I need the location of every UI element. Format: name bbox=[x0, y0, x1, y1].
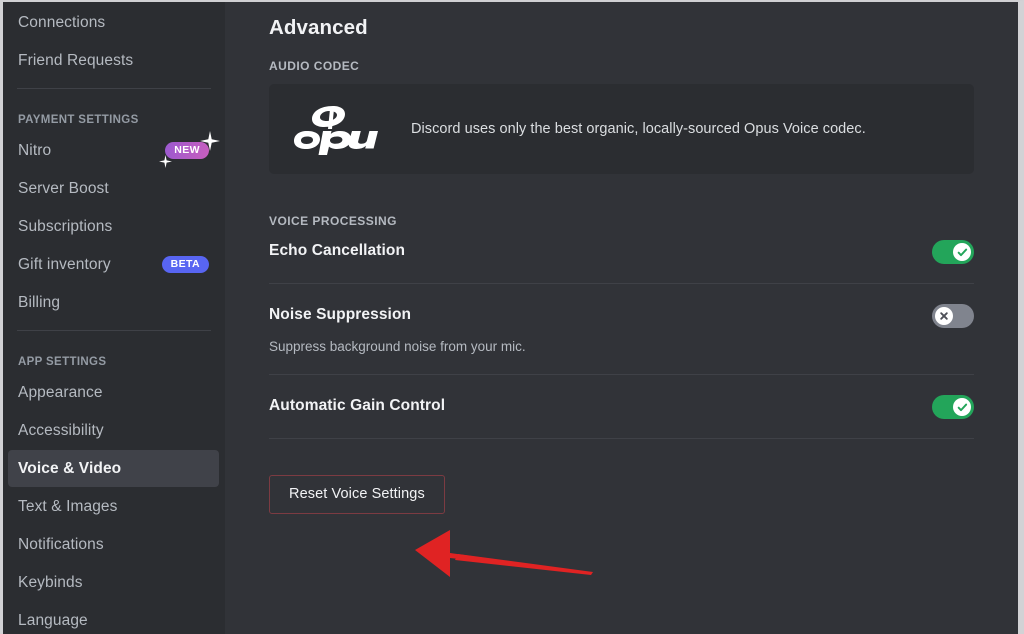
toggle-echo-cancellation[interactable] bbox=[932, 240, 974, 264]
sidebar-item-notifications[interactable]: Notifications bbox=[8, 526, 219, 563]
opus-logo-icon bbox=[291, 103, 383, 155]
sidebar-item-accessibility[interactable]: Accessibility bbox=[8, 412, 219, 449]
sidebar-group-payment: PAYMENT SETTINGS Nitro NEW Server Boost … bbox=[3, 98, 225, 321]
setting-text-block: Automatic Gain Control bbox=[269, 396, 465, 416]
settings-content-panel: Advanced AUDIO CODEC Discord uses only t… bbox=[225, 2, 1018, 634]
toggle-automatic-gain-control[interactable] bbox=[932, 395, 974, 419]
sidebar-item-voice-and-video[interactable]: Voice & Video bbox=[8, 450, 219, 487]
sidebar-item-label: Nitro bbox=[18, 141, 52, 159]
nitro-badge-wrap: NEW bbox=[159, 130, 220, 169]
sidebar-item-keybinds[interactable]: Keybinds bbox=[8, 564, 219, 601]
sidebar-item-subscriptions[interactable]: Subscriptions bbox=[8, 208, 219, 245]
sidebar-item-label: Server Boost bbox=[18, 179, 109, 197]
sidebar-item-label: Connections bbox=[18, 13, 106, 31]
sidebar-group-header-payment: PAYMENT SETTINGS bbox=[18, 114, 139, 126]
sidebar-divider bbox=[17, 88, 211, 89]
sidebar-item-friend-requests[interactable]: Friend Requests bbox=[8, 42, 219, 79]
toggle-knob bbox=[935, 307, 953, 325]
row-divider bbox=[269, 438, 974, 439]
reset-area: Reset Voice Settings bbox=[269, 475, 974, 514]
sidebar-item-nitro[interactable]: Nitro NEW bbox=[8, 130, 220, 169]
close-icon bbox=[940, 312, 948, 320]
voice-processing-section: VOICE PROCESSING Echo Cancellation Noise… bbox=[269, 214, 974, 439]
sidebar-item-label: Voice & Video bbox=[18, 459, 122, 477]
sidebar-item-label: Text & Images bbox=[18, 497, 118, 515]
setting-text-block: Noise Suppression Suppress background no… bbox=[269, 305, 546, 355]
setting-row-noise-suppression: Noise Suppression Suppress background no… bbox=[269, 303, 974, 355]
check-icon bbox=[957, 403, 967, 411]
reset-voice-settings-button[interactable]: Reset Voice Settings bbox=[269, 475, 445, 514]
sidebar-item-label: Notifications bbox=[18, 535, 104, 553]
check-icon bbox=[957, 248, 967, 256]
sidebar-item-connections[interactable]: Connections bbox=[8, 4, 219, 41]
sidebar-item-language[interactable]: Language bbox=[8, 602, 219, 634]
sidebar-item-server-boost[interactable]: Server Boost bbox=[8, 170, 219, 207]
sidebar-item-gift-inventory[interactable]: Gift inventory BETA bbox=[8, 246, 219, 283]
sidebar-item-text-and-images[interactable]: Text & Images bbox=[8, 488, 219, 525]
setting-title: Echo Cancellation bbox=[269, 242, 406, 259]
settings-sidebar[interactable]: Connections Friend Requests PAYMENT SETT… bbox=[3, 2, 225, 634]
toggle-knob bbox=[953, 243, 971, 261]
section-header-voice-processing: VOICE PROCESSING bbox=[269, 214, 397, 228]
sidebar-group-account: Connections Friend Requests bbox=[3, 2, 225, 79]
setting-text-block: Echo Cancellation bbox=[269, 241, 425, 261]
sidebar-item-appearance[interactable]: Appearance bbox=[8, 374, 219, 411]
setting-row-echo-cancellation: Echo Cancellation bbox=[269, 239, 974, 264]
sidebar-item-billing[interactable]: Billing bbox=[8, 284, 219, 321]
toggle-noise-suppression[interactable] bbox=[932, 304, 974, 328]
discord-settings-window: Connections Friend Requests PAYMENT SETT… bbox=[0, 0, 1024, 634]
sidebar-group-header-app: APP SETTINGS bbox=[18, 356, 107, 368]
sidebar-item-label: Keybinds bbox=[18, 573, 83, 591]
sidebar-item-label: Friend Requests bbox=[18, 51, 134, 69]
setting-title: Automatic Gain Control bbox=[269, 397, 446, 414]
setting-title: Noise Suppression bbox=[269, 306, 412, 323]
audio-codec-description: Discord uses only the best organic, loca… bbox=[411, 121, 866, 137]
sidebar-item-label: Billing bbox=[18, 293, 61, 311]
sidebar-item-label: Accessibility bbox=[18, 421, 104, 439]
badge-beta: BETA bbox=[161, 255, 209, 274]
sidebar-item-label: Gift inventory bbox=[18, 255, 111, 273]
row-divider bbox=[269, 283, 974, 284]
page-title: Advanced bbox=[269, 16, 368, 39]
section-header-audio-codec: AUDIO CODEC bbox=[269, 59, 360, 73]
sidebar-item-label: Appearance bbox=[18, 383, 103, 401]
toggle-knob bbox=[953, 398, 971, 416]
setting-row-automatic-gain-control: Automatic Gain Control bbox=[269, 394, 974, 419]
sidebar-group-app: APP SETTINGS Appearance Accessibility Vo… bbox=[3, 340, 225, 634]
sidebar-divider bbox=[17, 330, 211, 331]
row-divider bbox=[269, 374, 974, 375]
sidebar-item-label: Subscriptions bbox=[18, 217, 113, 235]
audio-codec-card: Discord uses only the best organic, loca… bbox=[269, 84, 974, 174]
badge-new: NEW bbox=[165, 141, 209, 160]
sidebar-item-label: Language bbox=[18, 611, 88, 629]
setting-description: Suppress background noise from your mic. bbox=[269, 339, 526, 354]
